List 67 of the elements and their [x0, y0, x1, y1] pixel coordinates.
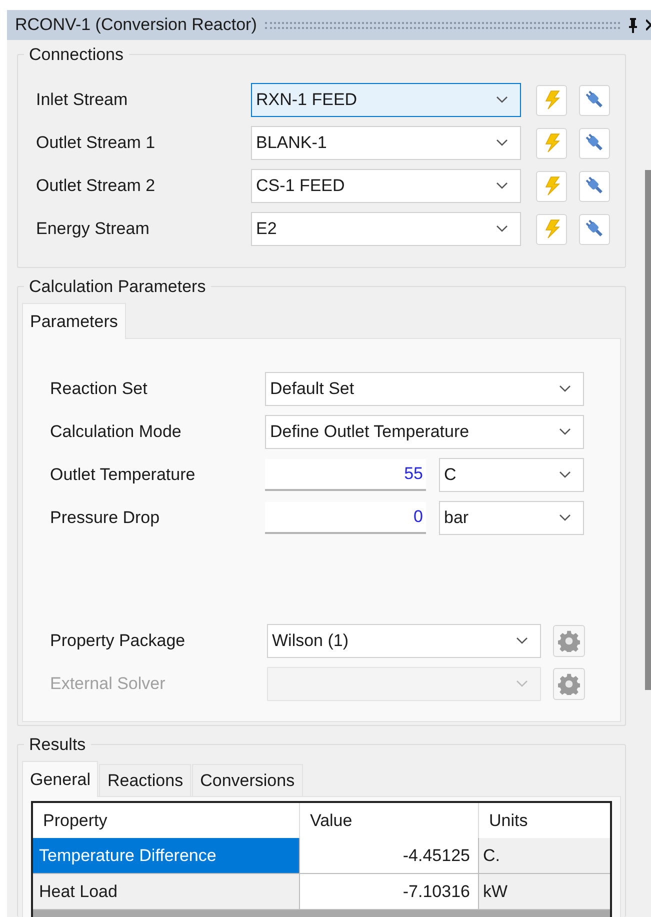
chevron-icon [516, 637, 528, 645]
lightning-icon [542, 219, 560, 239]
field-label: External Solver [50, 673, 166, 696]
close-icon[interactable] [646, 19, 651, 31]
disconnect-button[interactable] [579, 214, 610, 244]
connect-button[interactable] [536, 128, 567, 158]
field-label: Outlet Stream 2 [36, 175, 156, 198]
settings-button[interactable] [553, 668, 585, 700]
connect-button[interactable] [536, 170, 567, 202]
connect-button[interactable] [536, 84, 567, 116]
column-header[interactable]: Property [33, 803, 299, 838]
scrollbar[interactable] [636, 40, 651, 917]
chevron-icon [496, 139, 508, 147]
table-cell[interactable]: -4.45125 [299, 838, 478, 873]
chevron-icon [559, 428, 571, 436]
connect-button[interactable] [536, 214, 567, 244]
number-field[interactable]: 0 [265, 502, 426, 534]
field-label: Energy Stream [36, 218, 150, 240]
dropdown[interactable]: Wilson (1) [267, 624, 541, 658]
field-label: Inlet Stream [36, 89, 129, 112]
table-cell[interactable]: Heat Load [33, 874, 299, 909]
chevron-icon [559, 514, 571, 522]
settings-button[interactable] [553, 625, 585, 657]
chevron-icon [496, 96, 508, 104]
lightning-icon [542, 90, 560, 110]
chevron-icon [559, 385, 571, 393]
field-label: Pressure Drop [50, 507, 161, 530]
stream-dropdown[interactable]: CS-1 FEED [251, 169, 521, 203]
field-label: Property Package [50, 630, 186, 652]
gear-icon [558, 630, 580, 652]
chevron-icon [496, 225, 508, 233]
lightning-icon [542, 133, 560, 153]
stream-dropdown[interactable]: E2 [251, 212, 521, 246]
plug-icon [584, 90, 604, 110]
dropdown[interactable]: Define Outlet Temperature [265, 415, 584, 449]
table-cell[interactable]: kW [478, 874, 610, 909]
tab[interactable]: General [22, 761, 98, 797]
unit-dropdown[interactable]: bar [439, 501, 584, 535]
table-cell[interactable]: -7.10316 [299, 874, 478, 909]
unit-dropdown[interactable]: C [439, 458, 584, 492]
field-label: Reaction Set [50, 378, 148, 400]
disconnect-button[interactable] [579, 128, 610, 158]
field-label: Outlet Temperature [50, 464, 196, 486]
stream-dropdown[interactable]: RXN-1 FEED [251, 83, 521, 117]
chevron-icon [559, 471, 571, 479]
disconnect-button[interactable] [579, 170, 610, 202]
window-title: RCONV-1 (Conversion Reactor) [15, 14, 257, 36]
gear-icon [558, 673, 580, 695]
chevron-icon [516, 680, 528, 688]
tab[interactable]: Parameters [22, 303, 126, 339]
field-label: Outlet Stream 1 [36, 132, 156, 154]
dropdown[interactable]: Default Set [265, 372, 584, 406]
chevron-icon [496, 182, 508, 190]
scrollbar-thumb[interactable] [645, 170, 651, 690]
number-field[interactable]: 55 [265, 459, 426, 491]
plug-icon [584, 176, 604, 196]
tab[interactable]: Reactions [99, 764, 192, 796]
field-label: Calculation Mode [50, 421, 182, 444]
table-cell[interactable]: C. [478, 838, 610, 873]
pin-icon[interactable] [628, 17, 638, 33]
lightning-icon [542, 176, 560, 196]
table-cell[interactable]: Temperature Difference [33, 838, 299, 873]
plug-icon [584, 133, 604, 153]
plug-icon [584, 219, 604, 239]
disconnect-button[interactable] [579, 84, 610, 116]
stream-dropdown[interactable]: BLANK-1 [251, 126, 521, 160]
tab[interactable]: Conversions [192, 764, 303, 796]
